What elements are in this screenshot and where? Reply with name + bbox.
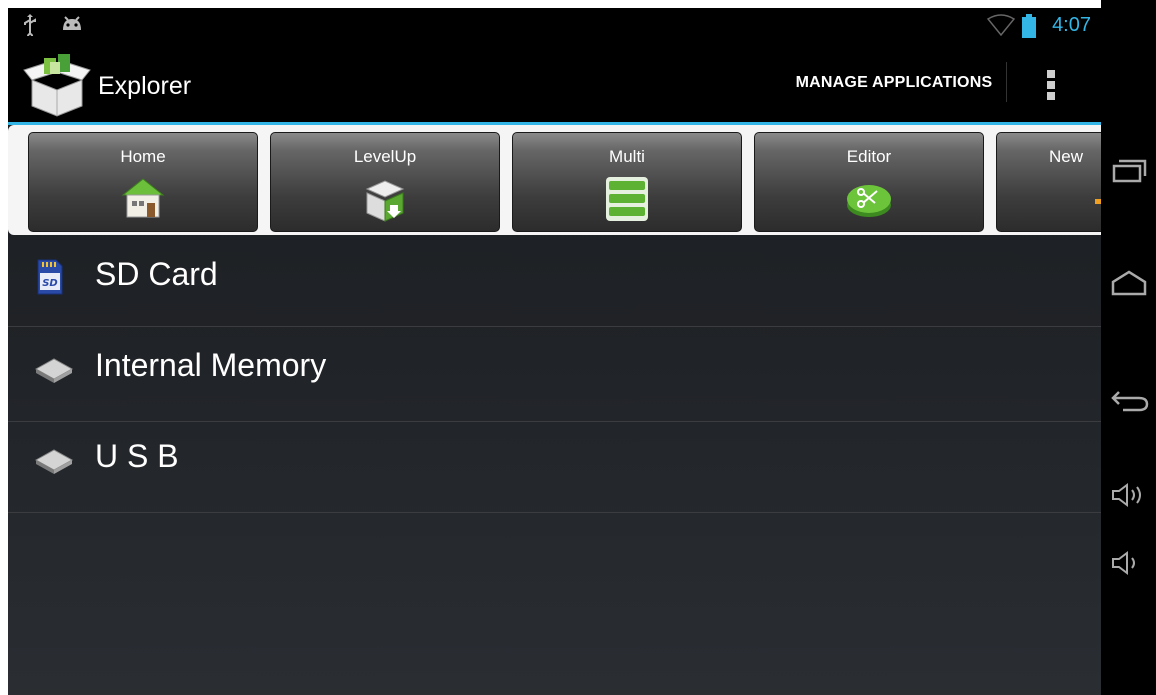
level-up-icon <box>361 175 409 227</box>
storage-item-sd-card[interactable]: SD SD Card <box>8 236 1101 327</box>
wifi-icon <box>986 14 1016 40</box>
app-title: Explorer <box>98 72 192 100</box>
storage-item-label: SD Card <box>95 256 218 292</box>
drive-icon <box>34 357 74 387</box>
back-icon[interactable] <box>1109 384 1149 418</box>
manage-applications-button[interactable]: MANAGE APPLICATIONS <box>788 58 1000 108</box>
action-bar: Explorer MANAGE APPLICATIONS <box>8 44 1101 125</box>
android-debug-icon <box>60 14 84 38</box>
clock: 4:07 <box>1052 14 1091 36</box>
drive-icon <box>34 448 74 478</box>
toolbar-home-button[interactable]: Home <box>28 132 258 232</box>
toolbar-home-label: Home <box>120 147 166 166</box>
multi-select-icon <box>603 175 651 227</box>
volume-up-icon[interactable] <box>1109 482 1149 512</box>
home-icon <box>119 175 167 223</box>
toolbar-multi-label: Multi <box>609 147 645 166</box>
toolbar-levelup-button[interactable]: LevelUp <box>270 132 500 232</box>
storage-item-label: Internal Memory <box>95 347 327 383</box>
sd-card-icon: SD <box>36 258 64 300</box>
usb-icon <box>22 14 38 40</box>
app-logo-icon[interactable] <box>22 50 92 122</box>
storage-item-label: U S B <box>95 438 179 474</box>
app-screen: 4:07 Explorer MANAGE APPLICATIONS Home L… <box>8 8 1101 695</box>
action-bar-divider <box>1006 62 1007 102</box>
toolbar-editor-label: Editor <box>846 147 892 166</box>
volume-down-icon[interactable] <box>1109 550 1149 580</box>
editor-icon <box>845 175 893 223</box>
toolbar-new-label: New <box>1049 147 1084 166</box>
home-nav-icon[interactable] <box>1109 268 1149 302</box>
overflow-menu-icon[interactable] <box>1038 68 1064 108</box>
storage-item-usb[interactable]: U S B <box>8 422 1101 513</box>
storage-item-internal-memory[interactable]: Internal Memory <box>8 331 1101 422</box>
recent-apps-icon[interactable] <box>1109 156 1149 190</box>
toolbar-editor-button[interactable]: Editor <box>754 132 984 232</box>
toolbar-multi-button[interactable]: Multi <box>512 132 742 232</box>
status-bar: 4:07 <box>8 8 1101 44</box>
toolbar-new-button[interactable]: New <box>996 132 1101 232</box>
toolbar: Home LevelUp Multi Editor New <box>8 125 1101 235</box>
toolbar-levelup-label: LevelUp <box>353 147 417 166</box>
navigation-bar <box>1101 0 1156 695</box>
battery-icon <box>1022 14 1036 42</box>
svg-text:SD: SD <box>42 278 58 289</box>
